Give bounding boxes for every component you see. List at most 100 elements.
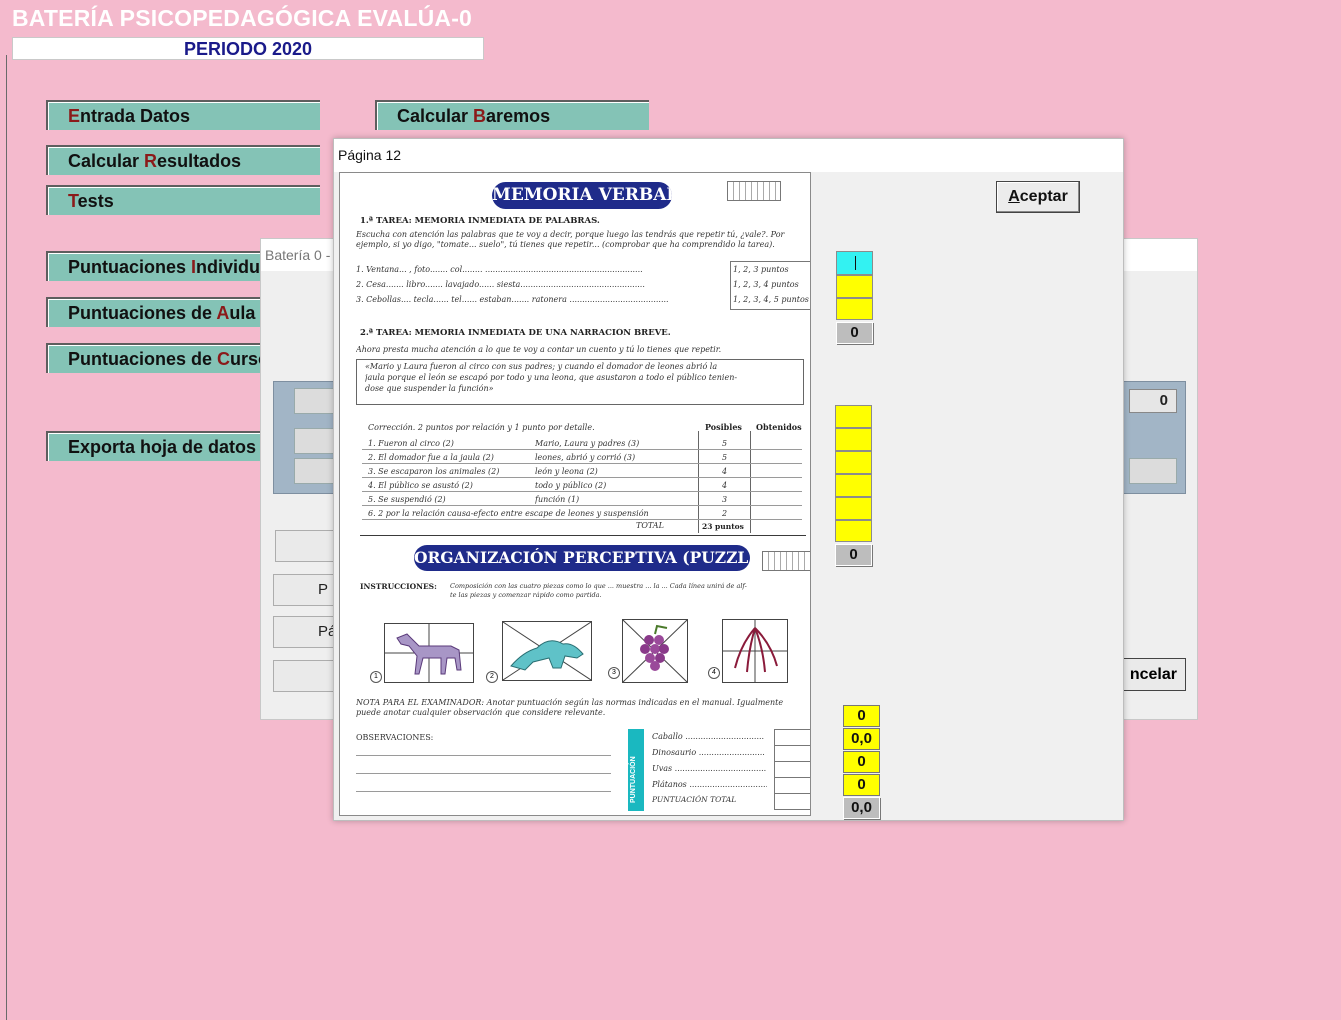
t2-line-2 [362, 463, 802, 464]
puzzle-bananas-image [722, 619, 788, 683]
app-title: BATERÍA PSICOPEDAGÓGICA EVALÚA-0 [12, 5, 473, 31]
dialog-title: Página 12 [338, 147, 402, 163]
text-cursor [855, 256, 856, 270]
tarea1-heading: 1.ª TAREA: MEMORIA INMEDIATA DE PALABRAS… [360, 216, 600, 226]
puzzle-num-2: 2 [486, 671, 498, 683]
score-cell-2[interactable] [836, 275, 873, 298]
puzzle-item-dinosaurio: Dinosaurio .......................... [652, 748, 765, 757]
tarea1-intro-1: Escucha con atención las palabras que te… [356, 230, 785, 239]
horse-icon [385, 624, 473, 682]
puzzle-score-total: 0,0 [843, 797, 880, 819]
period-label: PERIODO 2020 [12, 37, 484, 60]
t2-line-5 [362, 505, 802, 506]
dialog-titlebar: Página 12 [334, 139, 1123, 172]
t2-row-3-b: león y leona (2) [535, 467, 598, 476]
scanned-page: MEMORIA VERBAL 1.ª TAREA: MEMORIA INMEDI… [339, 172, 811, 816]
puzzle-score-dinosaurio[interactable]: 0,0 [843, 728, 880, 750]
grapes-icon [622, 619, 688, 683]
score-cell-4[interactable] [835, 405, 872, 428]
col-posibles: Posibles [705, 422, 742, 432]
calcular-baremos-button[interactable]: Calcular Baremos [375, 100, 649, 130]
t2-row-3-p: 4 [722, 467, 728, 476]
puzzle-item-uvas: Uvas ...................................… [652, 764, 767, 773]
t2-row-6-p: 2 [722, 509, 728, 518]
narracion-total: 0 [835, 544, 872, 566]
puzzle-item-platanos: Plátanos ...............................… [652, 780, 767, 789]
left-border-line [6, 55, 7, 1020]
dinosaur-icon [502, 621, 592, 681]
tarea1-score-box [730, 261, 810, 310]
calcular-resultados-button[interactable]: Calcular Resultados [46, 145, 320, 175]
t2-line-1 [362, 449, 802, 450]
tarea1-row-3: 3. Cebollas.... tecla...... tel...... es… [356, 295, 669, 304]
t2-row-1-a: 1. Fueron al circo (2) [368, 439, 454, 448]
score-grid-small-2 [762, 551, 810, 571]
t2-row-1-b: Mario, Laura y padres (3) [535, 439, 640, 448]
t2-row-5-p: 3 [722, 495, 728, 504]
score-cell-5[interactable] [835, 428, 872, 451]
story-line-3: dose que suspender la función» [365, 384, 494, 393]
score-cell-8[interactable] [835, 497, 872, 520]
memoria-palabras-total: 0 [836, 322, 873, 344]
obs-line-3 [356, 791, 611, 792]
table-vline-2 [750, 431, 751, 533]
puzzles-banner: ORGANIZACIÓN PERCEPTIVA (PUZZLES) [414, 545, 750, 571]
tests-button[interactable]: Tests [46, 185, 320, 215]
nota-examinador-1: NOTA PARA EL EXAMINADOR: Anotar puntuaci… [356, 698, 784, 707]
tarea1-intro-2: ejemplo, si yo digo, "tomate... suelo", … [356, 240, 775, 249]
bananas-icon [723, 620, 787, 682]
observaciones-label: OBSERVACIONES: [356, 733, 434, 742]
t2-row-6-a: 6. 2 por la relación causa-efecto entre … [368, 509, 649, 518]
puzzle-num-1: 1 [370, 671, 382, 683]
puzzle-dinosaur-image [502, 621, 592, 681]
instrucciones-text-1: Composición con las cuatro piezas como l… [450, 582, 747, 590]
score-cell-3[interactable] [836, 298, 873, 320]
instrucciones-text-2: te las piezas y comenzar rápido como par… [450, 591, 602, 599]
puzzle-grapes-image [622, 619, 688, 683]
t2-line-3 [362, 477, 802, 478]
obs-line-1 [356, 755, 611, 756]
score-cell-6[interactable] [835, 451, 872, 474]
puntuacion-side-label: PUNTUACIÓN [630, 756, 637, 803]
t2-row-2-b: leones, abrió y corrió (3) [535, 453, 636, 462]
t2-row-5-b: función (1) [535, 495, 580, 504]
instrucciones-label: INSTRUCCIONES: [360, 582, 437, 591]
bg-value-field[interactable]: 0 [1129, 389, 1177, 413]
puzzle-score-platanos[interactable]: 0 [843, 774, 880, 796]
puzzle-score-column [774, 729, 810, 810]
puzzle-score-caballo[interactable]: 0 [843, 705, 880, 727]
section-divider [360, 535, 806, 536]
nota-examinador-2: puede anotar cualquier observación que c… [356, 708, 606, 717]
t2-row-2-a: 2. El domador fue a la jaula (2) [368, 453, 494, 462]
obs-line-2 [356, 773, 611, 774]
bg-field-4[interactable] [1129, 458, 1177, 484]
background-dialog-title: Batería 0 - [265, 247, 331, 263]
tarea1-row-1: 1. Ventana... , foto....... col........ … [356, 265, 643, 274]
puzzle-num-4: 4 [708, 667, 720, 679]
total-label: TOTAL [636, 521, 664, 530]
puzzle-item-caballo: Caballo ............................... [652, 732, 765, 741]
puzzle-score-uvas[interactable]: 0 [843, 751, 880, 773]
total-value: 23 puntos [702, 522, 744, 531]
puzzle-num-3: 3 [608, 667, 620, 679]
story-box: «Mario y Laura fueron al circo con sus p… [356, 359, 804, 405]
t2-row-2-p: 5 [722, 453, 728, 462]
puzzle-horse-image [384, 623, 474, 683]
table-vline-1 [698, 431, 699, 533]
t2-row-5-a: 5. Se suspendió (2) [368, 495, 446, 504]
entrada-datos-button[interactable]: Entrada Datos [46, 100, 320, 130]
puzzle-item-total: PUNTUACIÓN TOTAL [652, 795, 737, 804]
page-viewer-dialog: Página 12 Aceptar MEMORIA VERBAL 1.ª TAR… [333, 138, 1124, 821]
t2-row-4-a: 4. El público se asustó (2) [368, 481, 473, 490]
score-grid-small [727, 181, 781, 201]
t2-line-4 [362, 491, 802, 492]
score-cell-active[interactable] [836, 251, 873, 275]
memoria-verbal-banner: MEMORIA VERBAL [492, 182, 672, 209]
score-cell-7[interactable] [835, 474, 872, 497]
tarea1-row-2: 2. Cesa....... libro....... lavajado....… [356, 280, 645, 289]
aceptar-button[interactable]: Aceptar [996, 181, 1080, 213]
score-cell-9[interactable] [835, 520, 872, 542]
t2-row-3-a: 3. Se escaparon los animales (2) [368, 467, 500, 476]
correction-note: Corrección. 2 puntos por relación y 1 pu… [368, 423, 595, 432]
t2-row-1-p: 5 [722, 439, 728, 448]
